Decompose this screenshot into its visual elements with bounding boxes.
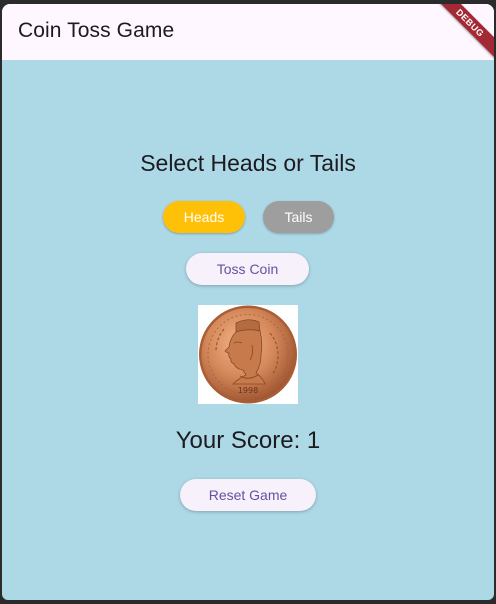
selection-heading: Select Heads or Tails <box>140 150 356 176</box>
app-bar: Coin Toss Game <box>2 4 494 60</box>
reset-game-button[interactable]: Reset Game <box>180 479 316 511</box>
score-text: Your Score: 1 <box>175 427 321 454</box>
heads-button[interactable]: Heads <box>163 201 245 233</box>
coin-icon: 1998 <box>199 305 297 404</box>
coin-image: 1998 <box>198 305 298 404</box>
toss-coin-button[interactable]: Toss Coin <box>186 253 309 285</box>
coin-year: 1998 <box>238 386 258 395</box>
tails-button[interactable]: Tails <box>263 201 334 233</box>
app-window: Coin Toss Game DEBUG Select Heads or Tai… <box>2 4 494 600</box>
app-title: Coin Toss Game <box>18 19 175 42</box>
